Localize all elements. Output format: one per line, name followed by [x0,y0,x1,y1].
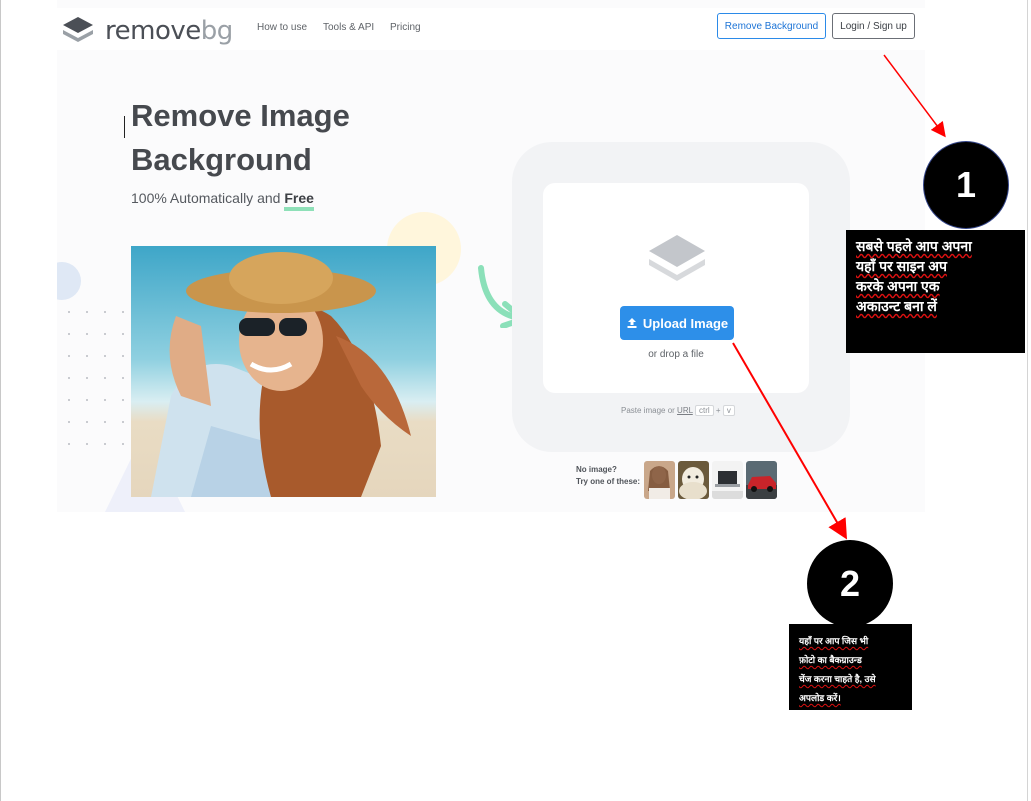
decor-blue-circle [57,262,81,300]
step-1-line-4: अकाउन्ट बना लें [856,298,937,314]
top-navbar: removebg How to use Tools & API Pricing … [57,8,925,50]
try-these-text: Try one of these: [576,477,641,486]
key-v: v [722,405,735,416]
step-2-line-2: फ़ोटो का बैकग्राउन्ड [799,655,862,665]
step-1-line-1: सबसे पहले आप अपना [856,238,972,254]
paste-hint: Paste image or URL ctrl + v [621,405,735,416]
upload-image-label: Upload Image [642,315,729,331]
image-stack-icon [649,235,705,281]
step-2-badge: 2 [807,540,893,627]
nav-link-pricing[interactable]: Pricing [390,22,421,33]
nav-link-tools-api[interactable]: Tools & API [323,22,374,33]
logo-word: remove [105,16,201,46]
paste-url-link[interactable]: URL [677,406,693,415]
hero-subtitle-prefix: 100% Automatically and [131,190,281,206]
upload-dropzone[interactable]: Upload Image or drop a file [543,183,809,393]
step-2-line-4: अपलोड करें। [799,693,841,703]
hero-title-line2: Background [131,142,312,177]
step-1-note: सबसे पहले आप अपना यहाँ पर साइन अप करके अ… [846,230,1025,353]
paste-prefix: Paste image or [621,406,675,415]
logo-layers-icon[interactable] [61,13,95,47]
sample-thumb-dog[interactable] [678,461,709,499]
text-cursor [124,116,125,138]
drop-file-text: or drop a file [648,349,704,360]
sample-thumb-laptop[interactable] [712,461,743,499]
sample-thumb-car[interactable] [746,461,777,499]
step-2-note: यहाँ पर आप जिस भी फ़ोटो का बैकग्राउन्ड च… [789,624,912,710]
login-signup-button[interactable]: Login / Sign up [832,13,915,39]
hero-subtitle: 100% Automatically and Free [131,190,314,211]
sample-images-label: No image? Try one of these: [576,464,640,488]
step-2-line-1: यहाँ पर आप जिस भी [799,636,869,646]
no-image-text: No image? [576,465,617,474]
sample-woman-photo [131,246,436,497]
key-ctrl: ctrl [695,405,714,416]
page-border-right [1027,0,1028,801]
step-1-line-3: करके अपना एक [856,278,940,294]
website-screenshot: removebg How to use Tools & API Pricing … [57,0,925,512]
hero-title: Remove Image Background [131,94,391,182]
nav-link-how-to-use[interactable]: How to use [257,22,307,33]
hero-title-line1: Remove Image [131,98,350,133]
page-border-left [0,0,1,801]
decor-dot-grid [68,311,124,445]
step-2-line-3: चेंज करना चाहते है, उसे [799,674,876,684]
key-plus: + [715,406,721,415]
hero-subtitle-free: Free [284,190,314,211]
logo-wordmark[interactable]: removebg [105,16,233,46]
logo-suffix: bg [200,16,234,46]
upload-arrow-icon [627,318,637,328]
step-1-line-2: यहाँ पर साइन अप [856,258,947,274]
upload-image-button[interactable]: Upload Image [620,306,734,340]
step-1-badge: 1 [923,141,1009,229]
remove-background-button[interactable]: Remove Background [717,13,826,39]
sample-thumb-woman[interactable] [644,461,675,499]
